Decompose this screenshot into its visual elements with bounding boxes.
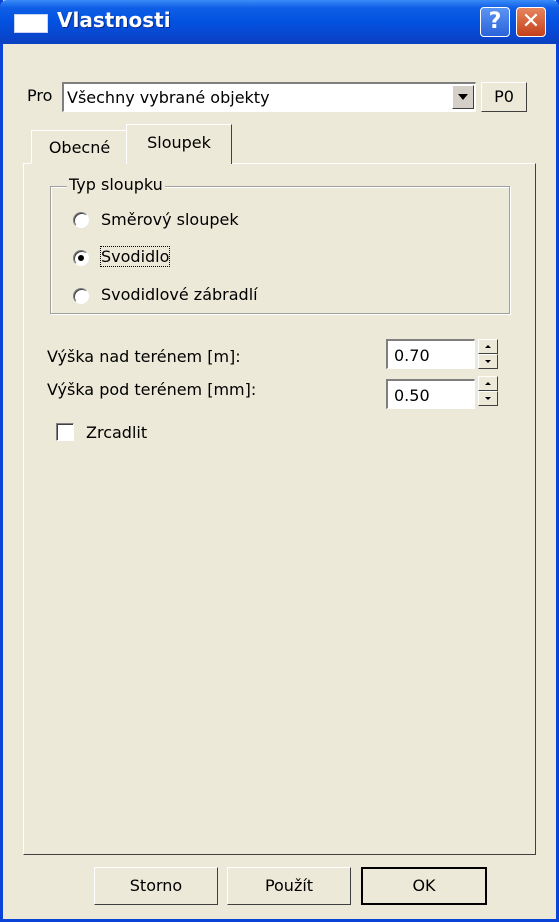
spin-down-button[interactable] (478, 391, 498, 406)
dropdown-button[interactable] (452, 85, 474, 109)
po-button[interactable]: P0 (481, 82, 527, 112)
close-button[interactable]: ✕ (516, 7, 546, 37)
window-icon (14, 14, 48, 33)
radio-label-svodidlove-zabradli: Svodidlové zábradlí (101, 285, 258, 304)
object-select[interactable]: Všechny vybrané objekty (62, 82, 476, 112)
ok-button[interactable]: OK (361, 867, 487, 905)
tab-obecne[interactable]: Obecné (31, 130, 128, 164)
radio-svodidlove-zabradli[interactable] (73, 288, 89, 304)
spin-down-button[interactable] (478, 354, 498, 369)
height-above-input[interactable]: 0.70 (386, 339, 475, 369)
radio-selected-dot (78, 255, 84, 261)
up-arrow-icon (485, 345, 491, 348)
apply-button[interactable]: Použít (227, 867, 351, 905)
title-bar[interactable]: Vlastnosti ? ✕ (0, 0, 559, 44)
radio-label-smerovy-sloupek: Směrový sloupek (101, 210, 239, 229)
height-below-input[interactable]: 0.50 (386, 379, 475, 409)
mirror-label: Zrcadlit (86, 423, 148, 442)
radio-smerovy-sloupek[interactable] (73, 212, 89, 228)
up-arrow-icon (485, 382, 491, 385)
down-arrow-icon (485, 360, 491, 363)
height-below-spinner[interactable] (478, 376, 498, 406)
object-select-value: Všechny vybrané objekty (67, 88, 270, 107)
pro-label: Pro (27, 86, 53, 105)
height-below-label: Výška pod terénem [mm]: (47, 380, 257, 399)
help-button[interactable]: ? (480, 7, 510, 37)
window-title: Vlastnosti (57, 8, 171, 32)
cancel-button[interactable]: Storno (94, 867, 218, 905)
down-arrow-icon (485, 397, 491, 400)
radio-svodidlo[interactable] (73, 250, 89, 266)
chevron-down-icon (458, 94, 468, 100)
height-above-spinner[interactable] (478, 339, 498, 369)
spin-up-button[interactable] (478, 376, 498, 391)
radio-label-svodidlo: Svodidlo (99, 246, 171, 267)
tab-sloupek[interactable]: Sloupek (126, 124, 232, 164)
post-type-group-title: Typ sloupku (67, 175, 165, 194)
mirror-checkbox[interactable] (56, 423, 74, 441)
height-above-label: Výška nad terénem [m]: (47, 347, 241, 366)
spin-up-button[interactable] (478, 339, 498, 354)
